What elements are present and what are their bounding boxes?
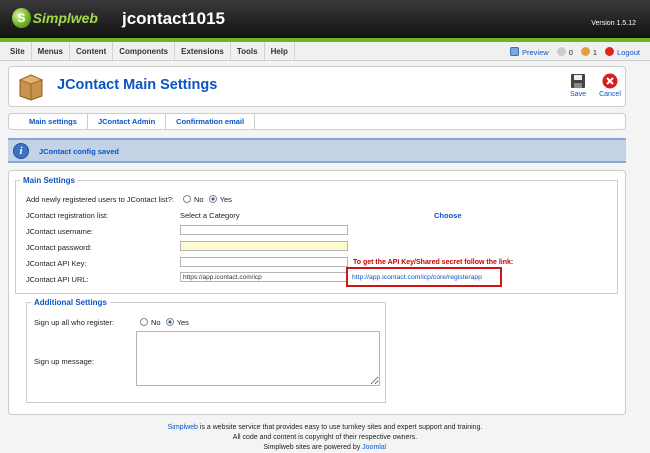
message-text: JContact config saved	[39, 147, 120, 156]
menu-extensions[interactable]: Extensions	[175, 42, 231, 61]
signup-message-label: Sign up message:	[34, 357, 95, 366]
preview-link[interactable]: Preview	[510, 46, 549, 57]
top-header: S Simplweb jcontact1015 Version 1.5.12	[0, 0, 650, 38]
username-label: JContact username:	[26, 227, 94, 236]
signup-label: Sign up all who register:	[34, 318, 115, 327]
username-input[interactable]	[180, 225, 348, 235]
signup-yes-label: Yes	[176, 318, 189, 327]
toolbar-panel: JContact Main Settings Save Cancel	[8, 66, 626, 107]
main-content: Main Settings Add newly registered users…	[8, 170, 626, 415]
cancel-icon	[602, 73, 618, 89]
api-register-link[interactable]: http://app.icontact.com/icp/core/registe…	[352, 274, 482, 281]
save-label: Save	[570, 91, 586, 98]
registration-list-value: Select a Category	[180, 211, 240, 220]
choose-button[interactable]: Choose	[434, 211, 462, 220]
submenu: Main settings JContact Admin Confirmatio…	[8, 113, 626, 130]
add-users-yes-label: Yes	[219, 195, 232, 204]
signup-message-textarea[interactable]	[136, 331, 380, 386]
messages-count[interactable]: 0	[556, 46, 573, 57]
cancel-button[interactable]: Cancel	[597, 73, 623, 98]
logo-icon: S	[12, 8, 31, 28]
version-label: Version 1.5.12	[591, 20, 636, 27]
registration-list-label: JContact registration list:	[26, 211, 109, 220]
menu-menus[interactable]: Menus	[32, 42, 71, 61]
password-input[interactable]	[180, 241, 348, 251]
api-url-input[interactable]	[180, 272, 348, 282]
main-menu: Site Menus Content Components Extensions…	[4, 42, 295, 61]
floppy-disk-icon	[571, 74, 585, 88]
simplweb-link[interactable]: Simplweb	[168, 424, 198, 431]
footer-line-2: All code and content is copyright of the…	[232, 434, 418, 441]
signup-yes-radio[interactable]	[165, 318, 174, 326]
footer: Simplweb is a website service that provi…	[0, 423, 650, 453]
joomla-link[interactable]: Joomla!	[362, 444, 387, 451]
status-bar: Preview 0 1 Logout	[510, 42, 640, 61]
api-key-label: JContact API Key:	[26, 259, 87, 268]
preview-icon	[510, 46, 520, 56]
menu-site[interactable]: Site	[4, 42, 32, 61]
tab-jcontact-admin[interactable]: JContact Admin	[88, 114, 167, 129]
save-button[interactable]: Save	[565, 73, 591, 98]
package-box-icon	[18, 74, 44, 101]
menu-tools[interactable]: Tools	[231, 42, 265, 61]
menu-help[interactable]: Help	[265, 42, 295, 61]
system-message: i JContact config saved	[8, 138, 626, 163]
main-settings-legend: Main Settings	[23, 176, 76, 185]
cancel-label: Cancel	[599, 91, 621, 98]
tab-confirmation-email[interactable]: Confirmation email	[166, 114, 256, 129]
footer-line-3: Simplweb sites are powered by Joomla!	[263, 444, 387, 451]
menu-components[interactable]: Components	[113, 42, 176, 61]
logout-link[interactable]: Logout	[605, 46, 640, 57]
signup-radio-group: No Yes	[137, 318, 189, 327]
users-count[interactable]: 1	[580, 46, 597, 57]
users-icon	[580, 46, 590, 56]
password-label: JContact password:	[26, 243, 92, 252]
signup-no-radio[interactable]	[140, 318, 148, 326]
tab-main-settings[interactable]: Main settings	[21, 114, 88, 129]
add-users-yes-radio[interactable]	[208, 195, 217, 203]
logout-icon	[605, 46, 615, 56]
simplweb-logo[interactable]: S Simplweb	[12, 7, 98, 29]
logo-text: Simplweb	[32, 10, 98, 26]
add-users-label: Add newly registered users to JContact l…	[26, 195, 174, 204]
menu-content[interactable]: Content	[70, 42, 114, 61]
api-note: To get the API Key/Shared secret follow …	[353, 259, 514, 266]
messages-icon	[556, 46, 566, 56]
footer-line-1: Simplweb is a website service that provi…	[167, 424, 483, 431]
menu-bar: Site Menus Content Components Extensions…	[0, 38, 650, 61]
api-url-label: JContact API URL:	[26, 275, 89, 284]
info-icon: i	[13, 143, 29, 159]
page-title: JContact Main Settings	[57, 77, 218, 93]
add-users-radio-group: No Yes	[180, 195, 232, 204]
api-key-input[interactable]	[180, 257, 348, 267]
site-name: jcontact1015	[122, 9, 225, 28]
add-users-no-label: No	[194, 195, 204, 204]
signup-no-label: No	[151, 318, 161, 327]
additional-settings-legend: Additional Settings	[34, 298, 107, 307]
add-users-no-radio[interactable]	[183, 195, 191, 203]
